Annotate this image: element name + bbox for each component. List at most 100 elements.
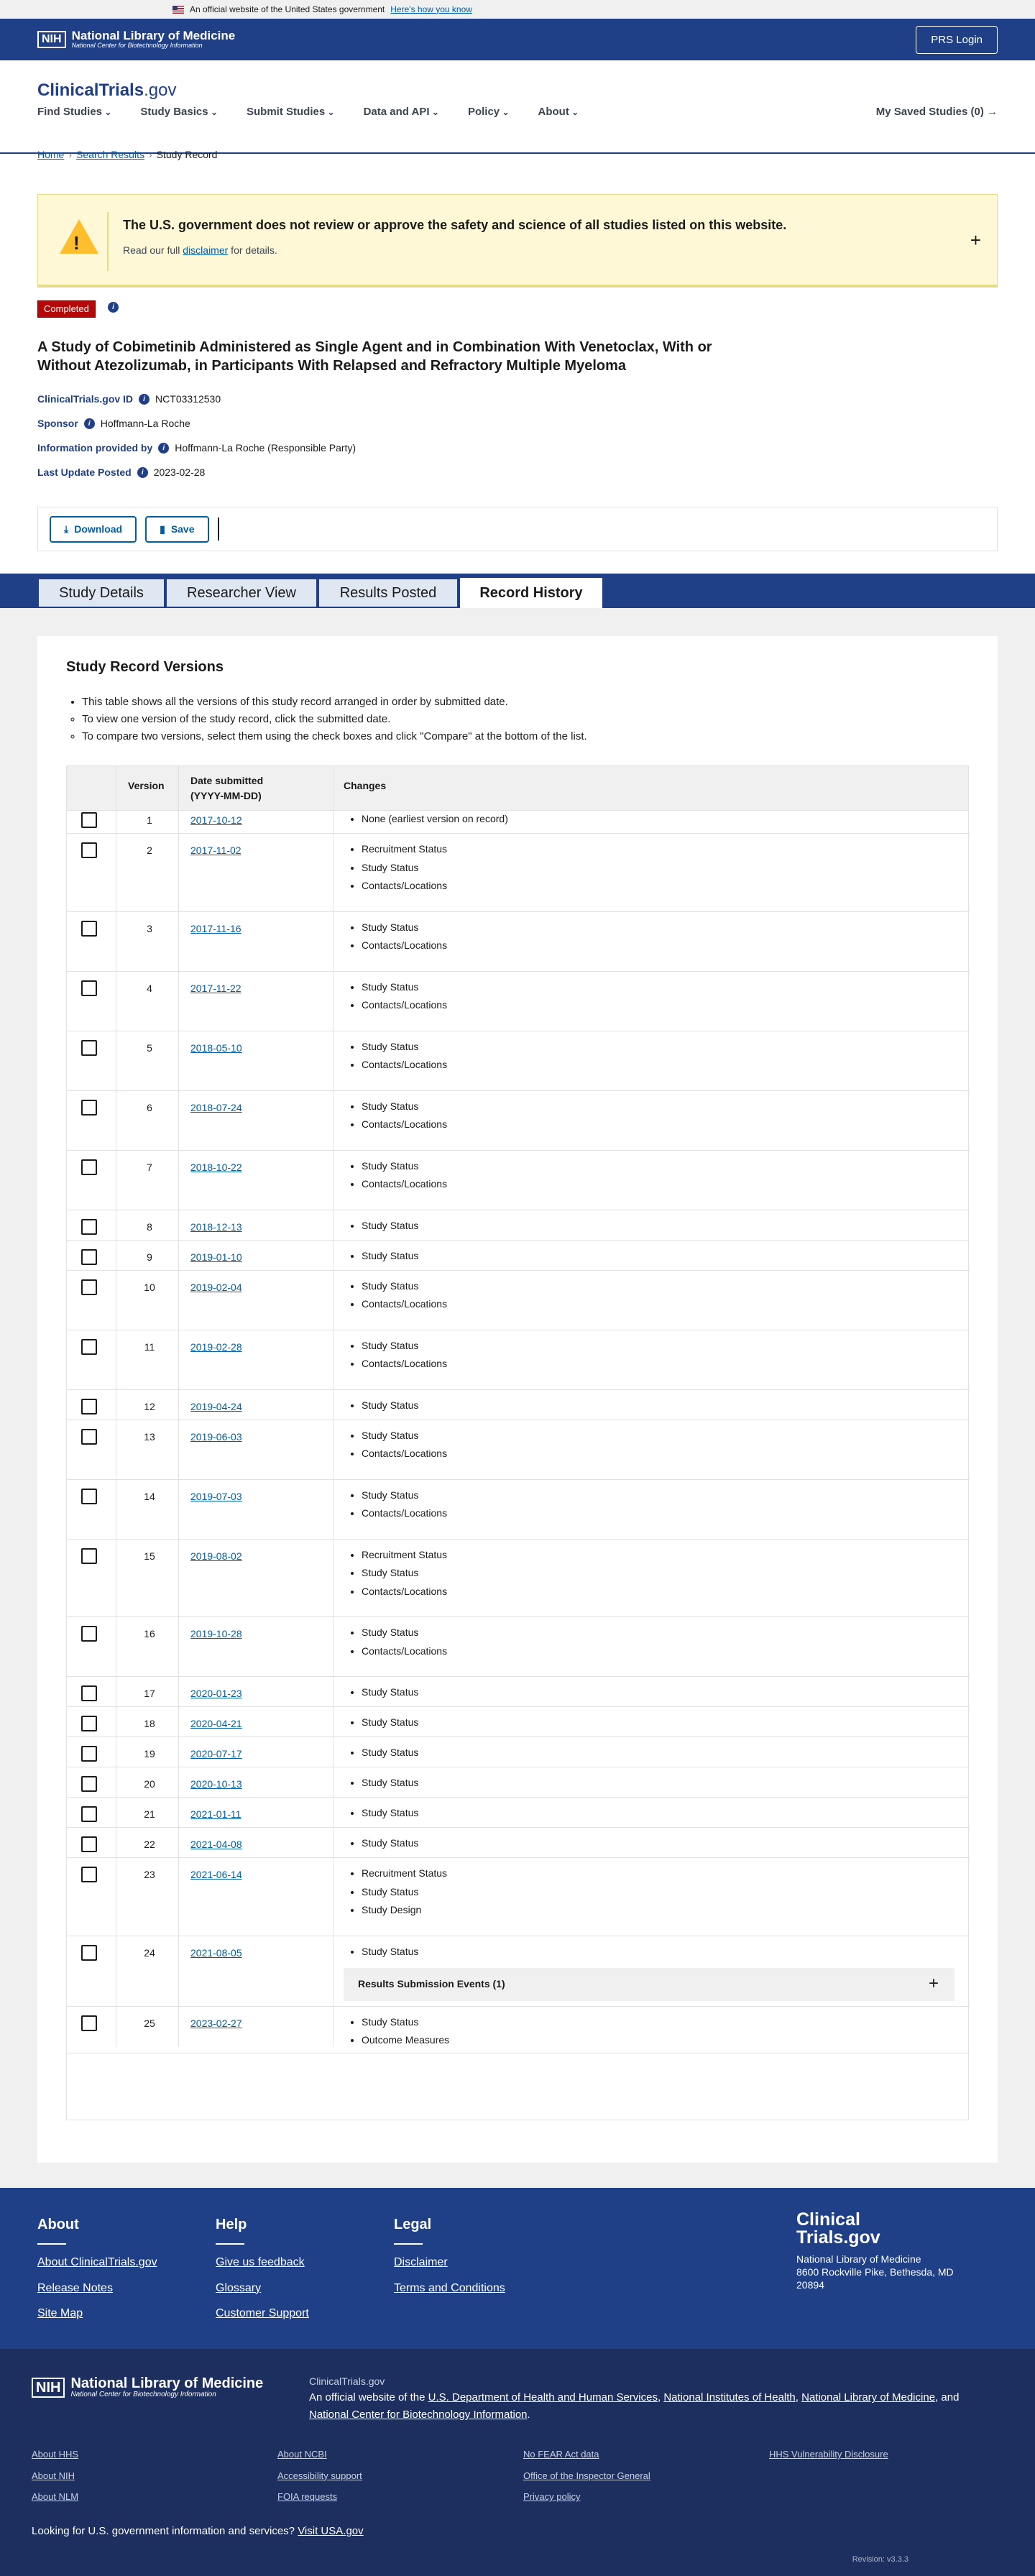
version-checkbox[interactable] <box>81 1248 97 1265</box>
menu-policy[interactable]: Policy <box>468 105 510 119</box>
version-checkbox[interactable] <box>81 1338 97 1355</box>
version-checkbox[interactable] <box>81 1159 97 1175</box>
menu-data-api[interactable]: Data and API <box>364 105 439 119</box>
version-checkbox[interactable] <box>81 1944 97 1961</box>
footer-bottom-link[interactable]: Office of the Inspector General <box>523 2470 769 2483</box>
version-date-link[interactable]: 2018-05-10 <box>190 1041 242 1055</box>
version-date-link[interactable]: 2018-10-22 <box>190 1161 242 1174</box>
version-checkbox[interactable] <box>81 1626 97 1642</box>
footer-link[interactable]: Release Notes <box>37 2281 157 2296</box>
version-date-link[interactable]: 2021-01-11 <box>190 1808 242 1821</box>
footer-bottom-link[interactable]: HHS Vulnerability Disclosure <box>769 2448 1015 2461</box>
version-date-link[interactable]: 2021-08-05 <box>190 1946 242 1960</box>
version-date-link[interactable]: 2018-07-24 <box>190 1101 242 1115</box>
version-date-link[interactable]: 2019-02-04 <box>190 1281 242 1294</box>
version-date-link[interactable]: 2019-01-10 <box>190 1251 242 1264</box>
tab-results-posted[interactable]: Results Posted <box>318 578 459 608</box>
version-checkbox[interactable] <box>81 1716 97 1731</box>
footer-link[interactable]: Give us feedback <box>216 2255 309 2271</box>
version-checkbox[interactable] <box>81 1279 97 1295</box>
version-date-link[interactable]: 2019-02-28 <box>190 1340 242 1354</box>
version-checkbox[interactable] <box>81 1746 97 1762</box>
info-icon[interactable]: i <box>139 393 150 405</box>
expand-plus-icon[interactable]: + <box>970 228 981 253</box>
version-date-link[interactable]: 2020-01-23 <box>190 1687 242 1701</box>
footer-link[interactable]: Terms and Conditions <box>394 2281 505 2296</box>
version-checkbox[interactable] <box>81 812 97 828</box>
version-checkbox[interactable] <box>81 920 97 937</box>
version-checkbox[interactable] <box>81 1867 97 1882</box>
version-checkbox[interactable] <box>81 1776 97 1792</box>
version-checkbox[interactable] <box>81 842 97 858</box>
version-checkbox[interactable] <box>81 1806 97 1822</box>
footer-bottom-link[interactable]: About NIH <box>32 2470 277 2483</box>
status-info-icon[interactable]: i <box>108 302 119 313</box>
expand-plus-icon[interactable]: + <box>929 1972 939 1995</box>
breadcrumb-home[interactable]: Home <box>37 148 64 162</box>
version-checkbox[interactable] <box>81 1218 97 1235</box>
footer-bottom-link[interactable]: About HHS <box>32 2448 277 2461</box>
version-date-link[interactable]: 2020-10-13 <box>190 1777 242 1791</box>
version-date-link[interactable]: 2017-10-12 <box>190 814 242 827</box>
version-date-link[interactable]: 2020-07-17 <box>190 1747 242 1761</box>
menu-about[interactable]: About <box>538 105 579 119</box>
footer-nih-logo[interactable]: NIH National Library of Medicine National… <box>32 2376 263 2399</box>
info-icon[interactable]: i <box>137 466 148 478</box>
version-date-link[interactable]: 2023-02-27 <box>190 2017 242 2030</box>
version-checkbox[interactable] <box>81 2015 97 2031</box>
footer-bottom-link[interactable]: FOIA requests <box>277 2490 523 2503</box>
footer-bottom-link[interactable]: No FEAR Act data <box>523 2448 769 2461</box>
footer-bottom-link[interactable]: Privacy policy <box>523 2490 769 2503</box>
version-checkbox[interactable] <box>81 1398 97 1414</box>
heres-how-link[interactable]: Here's how you know <box>390 4 472 15</box>
prs-login-button[interactable]: PRS Login <box>916 25 998 54</box>
version-checkbox[interactable] <box>81 1685 97 1701</box>
version-checkbox[interactable] <box>81 1428 97 1445</box>
tab-study-details[interactable]: Study Details <box>37 578 165 608</box>
tab-record-history[interactable]: Record History <box>460 578 602 608</box>
footer-link[interactable]: Glossary <box>216 2281 309 2296</box>
version-checkbox[interactable] <box>81 1039 97 1056</box>
version-checkbox[interactable] <box>81 1547 97 1564</box>
info-icon[interactable]: i <box>83 418 95 429</box>
results-submission-events[interactable]: Results Submission Events (1) + <box>344 1967 954 2001</box>
info-icon[interactable]: i <box>158 442 170 454</box>
nih-logo[interactable]: NIH National Library of Medicine National… <box>37 29 235 49</box>
menu-study-basics[interactable]: Study Basics <box>140 105 218 119</box>
version-date-link[interactable]: 2017-11-02 <box>190 844 242 857</box>
version-date-link[interactable]: 2017-11-22 <box>190 982 242 995</box>
breadcrumb-search[interactable]: Search Results <box>76 148 144 162</box>
version-date-link[interactable]: 2018-12-13 <box>190 1220 242 1234</box>
table-row: 6 2018-07-24 Study StatusContacts/Location… <box>67 1091 970 1151</box>
saved-studies-link[interactable]: My Saved Studies (0) → <box>876 105 998 119</box>
version-date-link[interactable]: 2020-04-21 <box>190 1717 242 1731</box>
version-checkbox[interactable] <box>81 1099 97 1116</box>
footer-link[interactable]: Site Map <box>37 2306 157 2322</box>
version-checkbox[interactable] <box>81 980 97 996</box>
usagov-link[interactable]: Visit USA.gov <box>298 2525 363 2537</box>
footer-bottom-link[interactable]: About NCBI <box>277 2448 523 2461</box>
footer-link[interactable]: Disclaimer <box>394 2255 505 2271</box>
footer-bottom-link[interactable]: About NLM <box>32 2490 277 2503</box>
disclaimer-link[interactable]: disclaimer <box>183 244 228 256</box>
footer-link[interactable]: About ClinicalTrials.gov <box>37 2255 157 2271</box>
menu-submit-studies[interactable]: Submit Studies <box>247 105 335 119</box>
version-checkbox[interactable] <box>81 1836 97 1852</box>
version-checkbox[interactable] <box>81 1488 97 1504</box>
version-date-link[interactable]: 2017-11-16 <box>190 922 242 936</box>
version-date-link[interactable]: 2019-08-02 <box>190 1550 242 1563</box>
version-date-link[interactable]: 2019-10-28 <box>190 1627 242 1641</box>
menu-find-studies[interactable]: Find Studies <box>37 105 111 119</box>
footer-link[interactable]: Customer Support <box>216 2306 309 2322</box>
version-date-link[interactable]: 2021-06-14 <box>190 1868 242 1882</box>
tab-researcher-view[interactable]: Researcher View <box>165 578 318 608</box>
site-brand[interactable]: ClinicalTrials.gov <box>37 79 176 102</box>
version-date-link[interactable]: 2019-07-03 <box>190 1490 242 1504</box>
version-date-link[interactable]: 2021-04-08 <box>190 1838 242 1852</box>
footer-bottom-link[interactable]: Accessibility support <box>277 2470 523 2483</box>
download-button[interactable]: ⤓ Download <box>50 515 137 543</box>
version-date-link[interactable]: 2019-06-03 <box>190 1430 242 1444</box>
save-button[interactable]: ▮ Save <box>145 515 209 543</box>
version-date-link[interactable]: 2019-04-24 <box>190 1400 242 1414</box>
disclaimer-banner[interactable]: ! The U.S. government does not review or… <box>37 194 998 288</box>
